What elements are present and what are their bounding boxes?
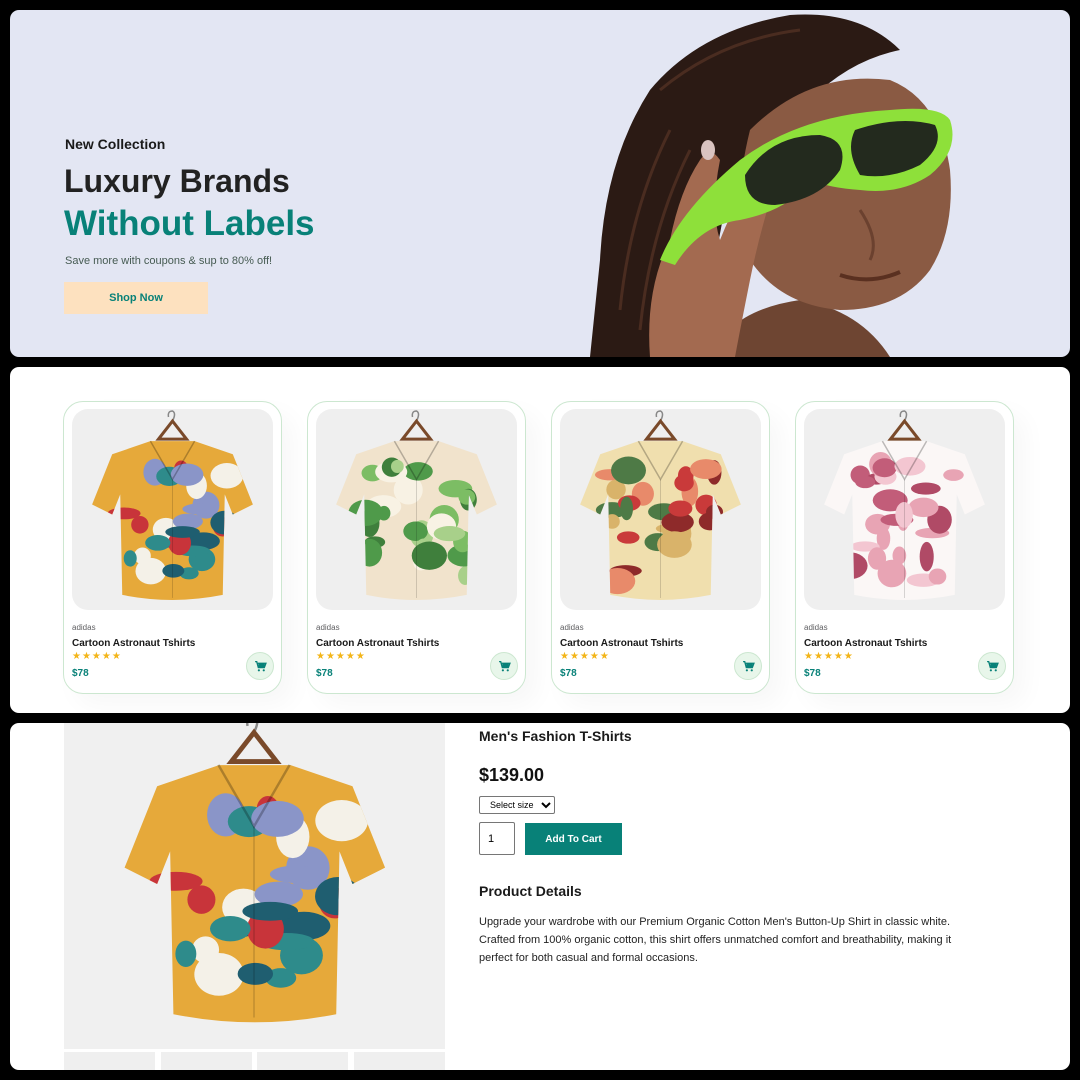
product-brand: adidas [316,623,340,632]
product-image[interactable] [560,409,761,610]
shop-now-button[interactable]: Shop Now [64,282,208,314]
product-price: $78 [560,668,577,679]
product-price: $78 [804,668,821,679]
add-to-cart-button[interactable] [978,652,1006,680]
product-brand: adidas [804,623,828,632]
product-title: Men's Fashion T-Shirts [479,728,632,744]
quantity-input[interactable] [479,822,515,855]
rating-stars: ★★★★★ [560,651,610,662]
product-card[interactable]: adidas Cartoon Astronaut Tshirts ★★★★★ $… [63,401,282,694]
add-to-cart-button[interactable] [734,652,762,680]
product-card[interactable]: adidas Cartoon Astronaut Tshirts ★★★★★ $… [551,401,770,694]
product-brand: adidas [560,623,584,632]
product-image[interactable] [72,409,273,610]
rating-stars: ★★★★★ [316,651,366,662]
product-details-heading: Product Details [479,883,582,899]
product-name: Cartoon Astronaut Tshirts [560,638,684,649]
product-price: $78 [316,668,333,679]
hero-title: Luxury Brands [64,163,290,199]
thumbnail-4[interactable] [354,1052,445,1070]
cart-icon [498,660,511,671]
cart-icon [254,660,267,671]
add-to-cart-button[interactable] [246,652,274,680]
product-name: Cartoon Astronaut Tshirts [72,638,196,649]
hero-description: Save more with coupons & sup to 80% off! [65,255,273,267]
product-card[interactable]: adidas Cartoon Astronaut Tshirts ★★★★★ $… [307,401,526,694]
product-grid: adidas Cartoon Astronaut Tshirts ★★★★★ $… [10,367,1070,713]
product-image[interactable] [804,409,1005,610]
thumbnail-3[interactable] [257,1052,348,1070]
rating-stars: ★★★★★ [72,651,122,662]
hero-banner: New Collection Luxury Brands Without Lab… [10,10,1070,357]
product-name: Cartoon Astronaut Tshirts [804,638,928,649]
add-to-cart-button[interactable] [490,652,518,680]
product-name: Cartoon Astronaut Tshirts [316,638,440,649]
thumbnail-2[interactable] [161,1052,252,1070]
add-to-cart-button[interactable]: Add To Cart [525,823,622,855]
product-details-text: Upgrade your wardrobe with our Premium O… [479,916,952,964]
thumbnail-1[interactable] [64,1052,155,1070]
product-price: $78 [72,668,89,679]
product-image[interactable] [316,409,517,610]
size-select[interactable]: Select size [479,796,555,814]
product-detail: Men's Fashion T-Shirts $139.00 Select si… [10,723,1070,1070]
main-product-image [64,723,445,1049]
cart-icon [986,660,999,671]
product-card[interactable]: adidas Cartoon Astronaut Tshirts ★★★★★ $… [795,401,1014,694]
product-brand: adidas [72,623,96,632]
hero-title-accent: Without Labels [64,204,315,243]
hero-subtitle: New Collection [65,136,166,152]
hero-model-image [590,14,953,357]
cart-icon [742,660,755,671]
rating-stars: ★★★★★ [804,651,854,662]
product-price: $139.00 [479,765,545,785]
